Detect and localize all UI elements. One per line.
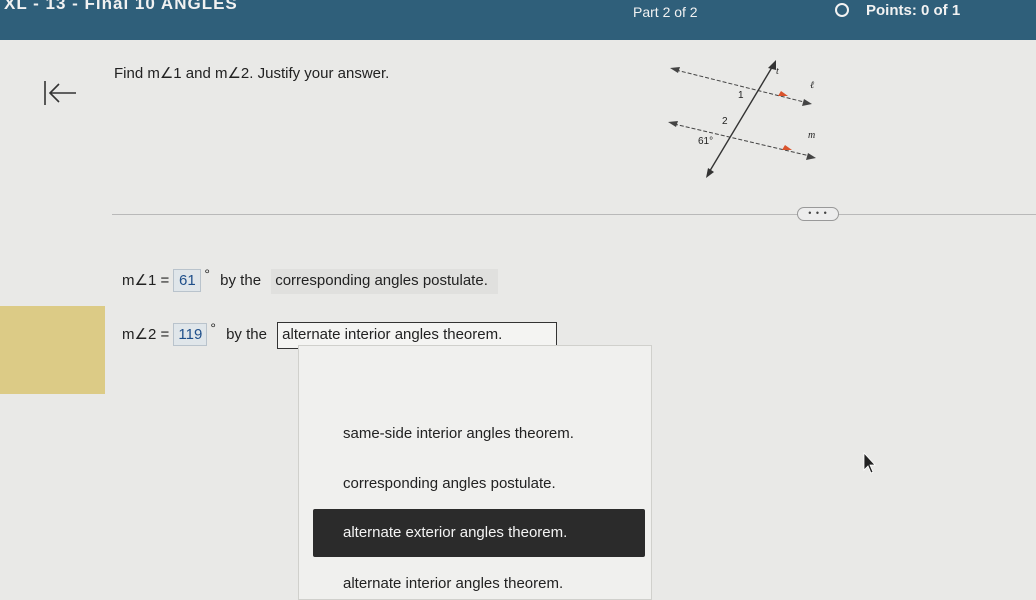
question-text: Find m∠1 and m∠2. Justify your answer. [114,65,390,82]
line-t-arrow-bottom [706,168,714,178]
label-l: ℓ [810,80,814,91]
angle-1-answer-box[interactable]: 61 [173,269,202,292]
justification-dropdown-list: same-side interior angles theorem. corre… [298,345,652,600]
answer-row-angle-1: m∠1 = 61 ° by the corresponding angles po… [122,266,498,294]
angle-1-by-text: by the [220,272,262,289]
dropdown-option-corresponding-angles[interactable]: corresponding angles postulate. [313,460,645,508]
line-m-parallel-mark [782,145,792,150]
line-m [673,123,811,157]
expand-more-button[interactable]: • • • [797,207,839,221]
dropdown-option-alternate-interior[interactable]: alternate interior angles theorem. [313,560,645,600]
label-given-angle: 61° [698,136,713,147]
angle-2-answer-box[interactable]: 119 [173,323,208,346]
side-accent-bar [0,306,105,394]
line-m-arrow-right [806,153,816,160]
label-angle-1: 1 [738,90,744,101]
section-divider [112,214,1036,215]
points-label: Points: 0 of 1 [866,2,961,19]
angle-2-degree: ° [210,320,216,336]
arrow-left-bar-icon [44,81,76,105]
parallel-lines-figure: t ℓ m 1 2 61° [664,52,844,182]
line-l-arrow-right [802,99,812,106]
points-status-icon [835,3,849,17]
top-header-bar: XL - 13 - Final 10 ANGLES Part 2 of 2 Po… [0,0,1036,40]
mouse-pointer-icon [862,451,876,474]
back-to-start-button[interactable] [42,78,78,108]
line-l-arrow-left [670,67,680,73]
label-m: m [808,130,815,141]
line-m-arrow-left [668,121,678,127]
angle-1-degree: ° [204,266,210,282]
line-l-parallel-mark [778,91,788,96]
label-t: t [776,66,779,77]
angle-2-label: m∠2 = [122,326,170,343]
dropdown-option-blank[interactable] [313,354,645,402]
dropdown-option-alternate-exterior[interactable]: alternate exterior angles theorem. [313,509,645,557]
assignment-title: XL - 13 - Final 10 ANGLES [4,0,238,13]
angle-1-justification: corresponding angles postulate. [271,269,498,294]
dropdown-option-same-side-interior[interactable]: same-side interior angles theorem. [313,410,645,458]
angle-2-by-text: by the [226,326,267,343]
label-angle-2: 2 [722,116,728,127]
angle-1-label: m∠1 = [122,272,170,289]
part-indicator: Part 2 of 2 [633,4,698,20]
line-t-arrow-top [768,60,776,70]
